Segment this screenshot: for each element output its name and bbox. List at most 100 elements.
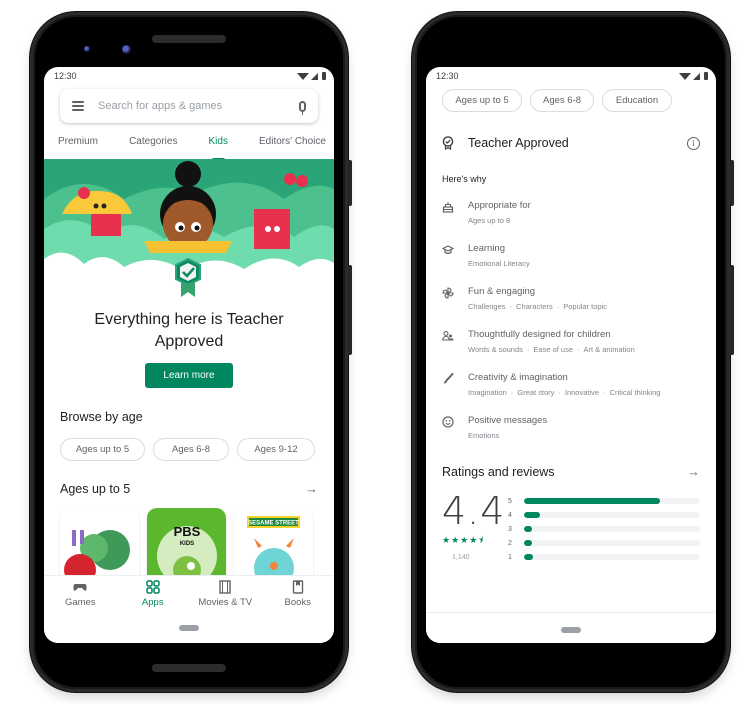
- film-icon: [219, 580, 231, 594]
- people-icon: [442, 330, 454, 341]
- chip-education[interactable]: Education: [602, 89, 672, 112]
- reason-tags: Emotional Literacy: [468, 259, 530, 268]
- reason-tag: Ease of use: [533, 345, 573, 354]
- ratings-summary: 4.4 ★★★★⯨ 1,140 5 4 3 2 1: [426, 491, 716, 564]
- graduation-cap-icon: [442, 245, 454, 255]
- nav-games[interactable]: Games: [50, 580, 110, 643]
- reason-tag: Challenges: [468, 302, 506, 311]
- chip-ages-6-8[interactable]: Ages 6-8: [153, 438, 229, 461]
- rating-bar-label: 4: [508, 511, 512, 519]
- arrow-right-icon[interactable]: →: [305, 481, 318, 496]
- bottom-navigation: Games Apps Movies & TV Books: [44, 575, 334, 643]
- nav-books[interactable]: Books: [268, 580, 328, 643]
- reason-title: Creativity & imagination: [468, 372, 568, 383]
- rating-bar-fill: [524, 554, 533, 560]
- status-time: 12:30: [436, 71, 459, 81]
- ratings-header[interactable]: Ratings and reviews →: [426, 464, 716, 479]
- gesture-bar-area: [426, 612, 716, 643]
- chip-ages-up-to-5[interactable]: Ages up to 5: [442, 89, 522, 112]
- rating-bar-row: 1: [508, 550, 700, 564]
- cake-icon: [442, 202, 454, 213]
- rating-bar-label: 1: [508, 553, 512, 561]
- home-gesture-pill[interactable]: [179, 625, 199, 631]
- nav-games-label: Games: [64, 597, 96, 608]
- tab-categories[interactable]: Categories: [129, 133, 177, 159]
- tag-separator: ·: [510, 388, 514, 397]
- signal-icon: [311, 72, 318, 80]
- teacher-approved-detail-screen: 12:30 Ages up to 5 Ages 6-8 Education Te…: [426, 67, 716, 643]
- age-chips: Ages up to 5 Ages 6-8 Ages 9-12: [44, 438, 334, 461]
- gamepad-icon: [73, 584, 87, 591]
- nav-movies-tv[interactable]: Movies & TV: [195, 580, 255, 643]
- tag-separator: ·: [509, 302, 513, 311]
- rating-bar-fill: [524, 498, 660, 504]
- reason-item: Fun & engaging Challenges · Characters · Pop…: [426, 286, 716, 311]
- reason-tags: Challenges · Characters · Popular topic: [468, 302, 607, 311]
- ratings-title: Ratings and reviews: [442, 464, 555, 479]
- reason-tag: Popular topic: [563, 302, 607, 311]
- svg-text:KIDS: KIDS: [180, 541, 194, 547]
- search-bar[interactable]: Search for apps & games: [60, 89, 318, 123]
- learn-more-button[interactable]: Learn more: [145, 363, 233, 388]
- rating-bar-track: [524, 498, 700, 504]
- battery-icon: [322, 72, 326, 80]
- reason-tag: Ages up to 8: [468, 216, 511, 225]
- earpiece-speaker: [152, 35, 226, 43]
- reason-tag: Art & animation: [583, 345, 635, 354]
- nav-apps[interactable]: Apps: [123, 580, 183, 643]
- mic-icon[interactable]: [299, 100, 306, 115]
- chip-ages-9-12[interactable]: Ages 9-12: [237, 438, 315, 461]
- reason-tag: Emotional Literacy: [468, 259, 530, 268]
- tab-kids[interactable]: Kids: [209, 133, 228, 161]
- signal-icon: [693, 72, 700, 80]
- rating-bar-track: [524, 540, 700, 546]
- home-gesture-pill[interactable]: [561, 627, 581, 633]
- rating-count: 1,140: [452, 554, 470, 561]
- reason-tags: Words & sounds · Ease of use · Art & animati…: [468, 345, 635, 354]
- reason-tag: Characters: [516, 302, 553, 311]
- svg-text:PBS: PBS: [174, 524, 201, 539]
- svg-text:SESAME STREET: SESAME STREET: [248, 521, 299, 527]
- rating-bar-label: 2: [508, 539, 512, 547]
- chip-ages-up-to-5[interactable]: Ages up to 5: [60, 438, 145, 461]
- teacher-approved-header: Teacher Approved i: [426, 136, 716, 150]
- reason-tag: Innovative: [564, 388, 600, 397]
- reason-tag: Emotions: [468, 431, 500, 440]
- kids-teacher-approved-illustration: [44, 161, 334, 299]
- hamburger-icon[interactable]: [72, 101, 84, 111]
- search-input[interactable]: Search for apps & games: [98, 100, 299, 112]
- kids-banner: [44, 159, 334, 299]
- reason-tags: Emotions: [468, 431, 547, 440]
- arrow-right-icon[interactable]: →: [687, 464, 700, 479]
- battery-icon: [704, 72, 708, 80]
- rating-bar-label: 5: [508, 497, 512, 505]
- volume-button: [730, 265, 734, 355]
- power-button: [348, 160, 352, 206]
- reason-tag: Imagination: [468, 388, 507, 397]
- chip-ages-6-8[interactable]: Ages 6-8: [530, 89, 594, 112]
- reason-tag: Words & sounds: [468, 345, 523, 354]
- reason-item: Learning Emotional Literacy: [426, 243, 716, 268]
- reasons-list: Appropriate for Ages up to 8 Learning Em…: [426, 200, 716, 440]
- info-icon[interactable]: i: [687, 136, 700, 150]
- category-chips: Ages up to 5 Ages 6-8 Education: [426, 89, 716, 112]
- reason-item: Positive messages Emotions: [426, 415, 716, 440]
- tag-separator: ·: [558, 388, 561, 397]
- reason-tag: Critical thinking: [609, 388, 661, 397]
- rating-bar-row: 5: [508, 494, 700, 508]
- status-bar: 12:30: [426, 67, 716, 85]
- rating-bar-row: 4: [508, 508, 700, 522]
- reason-tag: Great story: [517, 388, 555, 397]
- rating-bar-fill: [524, 526, 532, 532]
- reason-title: Positive messages: [468, 415, 548, 426]
- reason-item: Thoughtfully designed for children Words…: [426, 329, 716, 354]
- tab-premium[interactable]: Premium: [58, 133, 98, 159]
- reason-tags: Ages up to 8: [468, 216, 531, 225]
- tab-editors-choice[interactable]: Editors' Choice: [259, 133, 326, 159]
- tag-separator: ·: [577, 345, 580, 354]
- ages-up-to-5-header[interactable]: Ages up to 5 →: [44, 481, 334, 496]
- browse-by-age-title: Browse by age: [60, 410, 143, 424]
- power-button: [730, 160, 734, 206]
- rating-bar-track: [524, 554, 700, 560]
- brush-icon: [444, 373, 454, 384]
